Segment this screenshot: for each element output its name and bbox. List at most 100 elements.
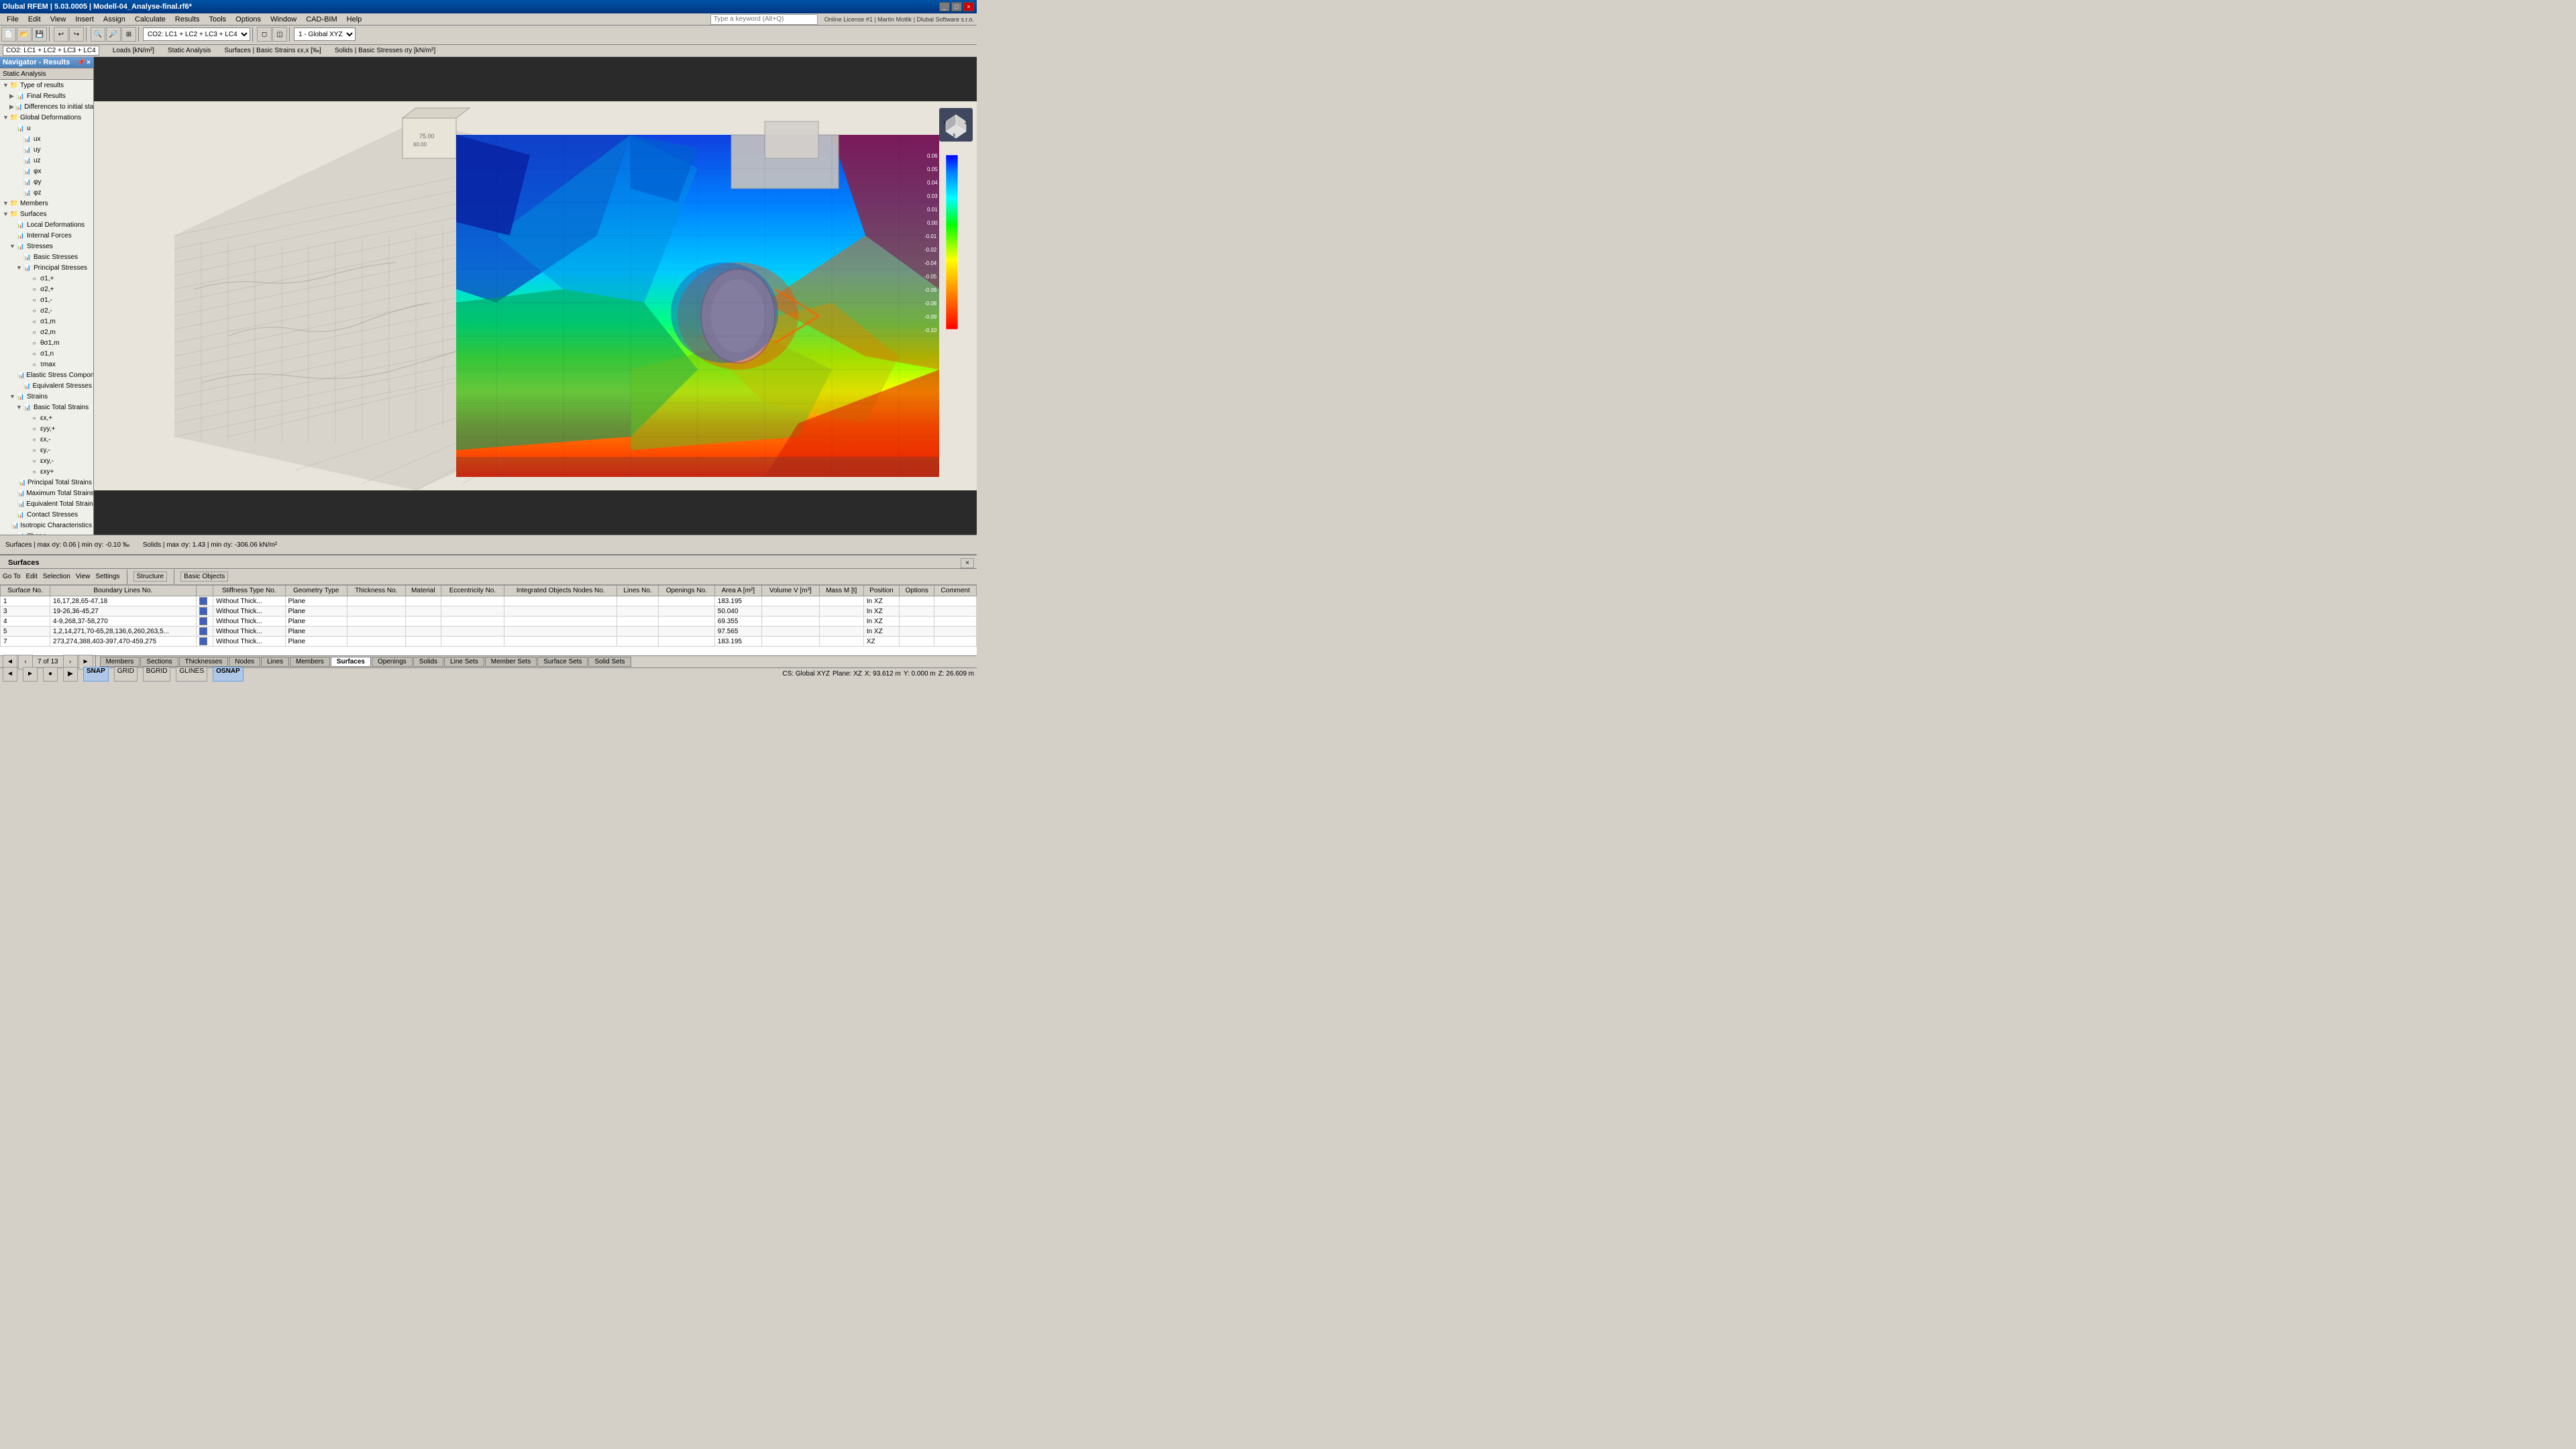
tb-redo[interactable]: ↪ bbox=[69, 27, 84, 42]
nav-close-button[interactable]: × bbox=[87, 59, 91, 66]
menu-view[interactable]: View bbox=[46, 15, 70, 24]
toolbar-structure[interactable]: Structure bbox=[133, 572, 168, 582]
tab-surfaces[interactable]: Surfaces bbox=[331, 657, 371, 667]
tree-item[interactable]: ○σ1,- bbox=[0, 294, 93, 305]
window-controls[interactable]: _ □ × bbox=[939, 2, 974, 11]
tab-openings[interactable]: Openings bbox=[372, 657, 413, 667]
tree-item[interactable]: ▼📊Stresses bbox=[0, 241, 93, 252]
tree-item[interactable]: ▼📊Principal Stresses bbox=[0, 262, 93, 273]
tb-undo[interactable]: ↩ bbox=[54, 27, 68, 42]
glines-button[interactable]: GLINES bbox=[176, 667, 207, 682]
tree-item[interactable]: 📊Isotropic Characteristics bbox=[0, 520, 93, 531]
nav-pin-button[interactable]: 📌 bbox=[77, 59, 85, 66]
tree-item[interactable]: 📊Local Deformations bbox=[0, 219, 93, 230]
tb-save[interactable]: 💾 bbox=[32, 27, 47, 42]
menu-assign[interactable]: Assign bbox=[99, 15, 129, 24]
minimize-button[interactable]: _ bbox=[939, 2, 950, 11]
tree-item[interactable]: 📊Shape bbox=[0, 531, 93, 535]
view-select[interactable]: 1 - Global XYZ bbox=[294, 28, 356, 41]
tb-fit[interactable]: ⊞ bbox=[121, 27, 136, 42]
menu-cad-bim[interactable]: CAD-BIM bbox=[302, 15, 341, 24]
tree-item[interactable]: ○εyy,+ bbox=[0, 423, 93, 434]
grid-button[interactable]: GRID bbox=[114, 667, 138, 682]
bottom-panel-close[interactable]: × bbox=[961, 558, 974, 568]
menu-insert[interactable]: Insert bbox=[71, 15, 98, 24]
maximize-button[interactable]: □ bbox=[951, 2, 962, 11]
table-row[interactable]: 1 16,17,28,65-47,18 Without Thick... Pla… bbox=[1, 596, 977, 606]
table-row[interactable]: 5 1,2,14,271,70-65,28,136,6,260,263,5...… bbox=[1, 627, 977, 637]
tree-expand-icon[interactable]: ▼ bbox=[3, 114, 8, 121]
status-nav-fwd[interactable]: ► bbox=[23, 667, 38, 682]
tb-zoom-in[interactable]: 🔍 bbox=[91, 27, 105, 42]
close-button[interactable]: × bbox=[963, 2, 974, 11]
table-row[interactable]: 4 4-9,268,37-58,270 Without Thick... Pla… bbox=[1, 616, 977, 627]
table-row[interactable]: 3 19-26,36-45,27 Without Thick... Plane … bbox=[1, 606, 977, 616]
viewport-3d[interactable]: 75.00 60.00 bbox=[94, 57, 977, 535]
status-record[interactable]: ● bbox=[43, 667, 58, 682]
toolbar-edit[interactable]: Edit bbox=[26, 573, 38, 580]
tab-solids[interactable]: Solids bbox=[413, 657, 443, 667]
menu-file[interactable]: File bbox=[3, 15, 23, 24]
menu-tools[interactable]: Tools bbox=[205, 15, 230, 24]
menu-calculate[interactable]: Calculate bbox=[131, 15, 170, 24]
tree-expand-icon[interactable]: ▼ bbox=[9, 393, 15, 400]
status-play[interactable]: ▶ bbox=[63, 667, 78, 682]
menu-results[interactable]: Results bbox=[171, 15, 204, 24]
tree-item[interactable]: ○σ1,n bbox=[0, 348, 93, 359]
tree-item[interactable]: 📊Internal Forces bbox=[0, 230, 93, 241]
menu-help[interactable]: Help bbox=[343, 15, 366, 24]
snap-button[interactable]: SNAP bbox=[83, 667, 109, 682]
tab-nodes[interactable]: Nodes bbox=[229, 657, 260, 667]
tree-item[interactable]: ▶📊Differences to initial state bbox=[0, 101, 93, 112]
tree-item[interactable]: 📊Basic Stresses bbox=[0, 252, 93, 262]
menu-options[interactable]: Options bbox=[231, 15, 265, 24]
tb-zoom-out[interactable]: 🔎 bbox=[106, 27, 121, 42]
tab-lines[interactable]: Lines bbox=[261, 657, 289, 667]
tree-item[interactable]: 📊φx bbox=[0, 166, 93, 176]
tree-item[interactable]: 📊uy bbox=[0, 144, 93, 155]
toolbar-settings[interactable]: Settings bbox=[95, 573, 119, 580]
toolbar-selection[interactable]: Selection bbox=[43, 573, 70, 580]
tree-item[interactable]: ○σ2,m bbox=[0, 327, 93, 337]
tree-item[interactable]: ○εx,+ bbox=[0, 413, 93, 423]
tb-new[interactable]: 📄 bbox=[1, 27, 16, 42]
toolbar-view[interactable]: View bbox=[76, 573, 91, 580]
tree-item[interactable]: ○σ1,+ bbox=[0, 273, 93, 284]
tree-item[interactable]: ○εxy,- bbox=[0, 455, 93, 466]
tab-sections[interactable]: Sections bbox=[140, 657, 178, 667]
menu-edit[interactable]: Edit bbox=[24, 15, 45, 24]
tree-item[interactable]: ▼📁Surfaces bbox=[0, 209, 93, 219]
tree-item[interactable]: 📊Contact Stresses bbox=[0, 509, 93, 520]
menu-window[interactable]: Window bbox=[266, 15, 301, 24]
tree-item[interactable]: ○εx,- bbox=[0, 434, 93, 445]
tree-item[interactable]: ▼📁Members bbox=[0, 198, 93, 209]
tab-solid-sets[interactable]: Solid Sets bbox=[588, 657, 631, 667]
tree-expand-icon[interactable]: ▼ bbox=[9, 243, 15, 250]
tree-item[interactable]: ▼📁Type of results bbox=[0, 80, 93, 91]
tree-item[interactable]: 📊uz bbox=[0, 155, 93, 166]
tab-members[interactable]: Members bbox=[100, 657, 140, 667]
tab-members2[interactable]: Members bbox=[290, 657, 330, 667]
tab-line-sets[interactable]: Line Sets bbox=[444, 657, 484, 667]
tree-item[interactable]: 📊ux bbox=[0, 133, 93, 144]
tree-item[interactable]: 📊φy bbox=[0, 176, 93, 187]
toolbar-goto[interactable]: Go To bbox=[3, 573, 21, 580]
tab-thicknesses[interactable]: Thicknesses bbox=[179, 657, 229, 667]
tree-item[interactable]: ○σ2,- bbox=[0, 305, 93, 316]
tree-item[interactable]: 📊Equivalent Stresses bbox=[0, 380, 93, 391]
tree-expand-icon[interactable]: ▼ bbox=[16, 264, 21, 271]
tree-item[interactable]: 📊Maximum Total Strains bbox=[0, 488, 93, 498]
status-nav-back[interactable]: ◄ bbox=[3, 667, 17, 682]
tree-item[interactable]: 📊φz bbox=[0, 187, 93, 198]
tree-expand-icon[interactable]: ▶ bbox=[9, 103, 14, 111]
tree-item[interactable]: ▼📊Basic Total Strains bbox=[0, 402, 93, 413]
osnap-button[interactable]: OSNAP bbox=[213, 667, 244, 682]
tree-item[interactable]: ▼📊Strains bbox=[0, 391, 93, 402]
load-combo-select[interactable]: CO2: LC1 + LC2 + LC3 + LC4 bbox=[143, 28, 250, 41]
tree-expand-icon[interactable]: ▼ bbox=[16, 404, 21, 411]
tree-item[interactable]: ○εxy+ bbox=[0, 466, 93, 477]
tree-item[interactable]: ○εy,- bbox=[0, 445, 93, 455]
tb-wireframe[interactable]: ◫ bbox=[272, 27, 287, 42]
tb-render[interactable]: ◻ bbox=[257, 27, 272, 42]
tb-open[interactable]: 📂 bbox=[17, 27, 32, 42]
